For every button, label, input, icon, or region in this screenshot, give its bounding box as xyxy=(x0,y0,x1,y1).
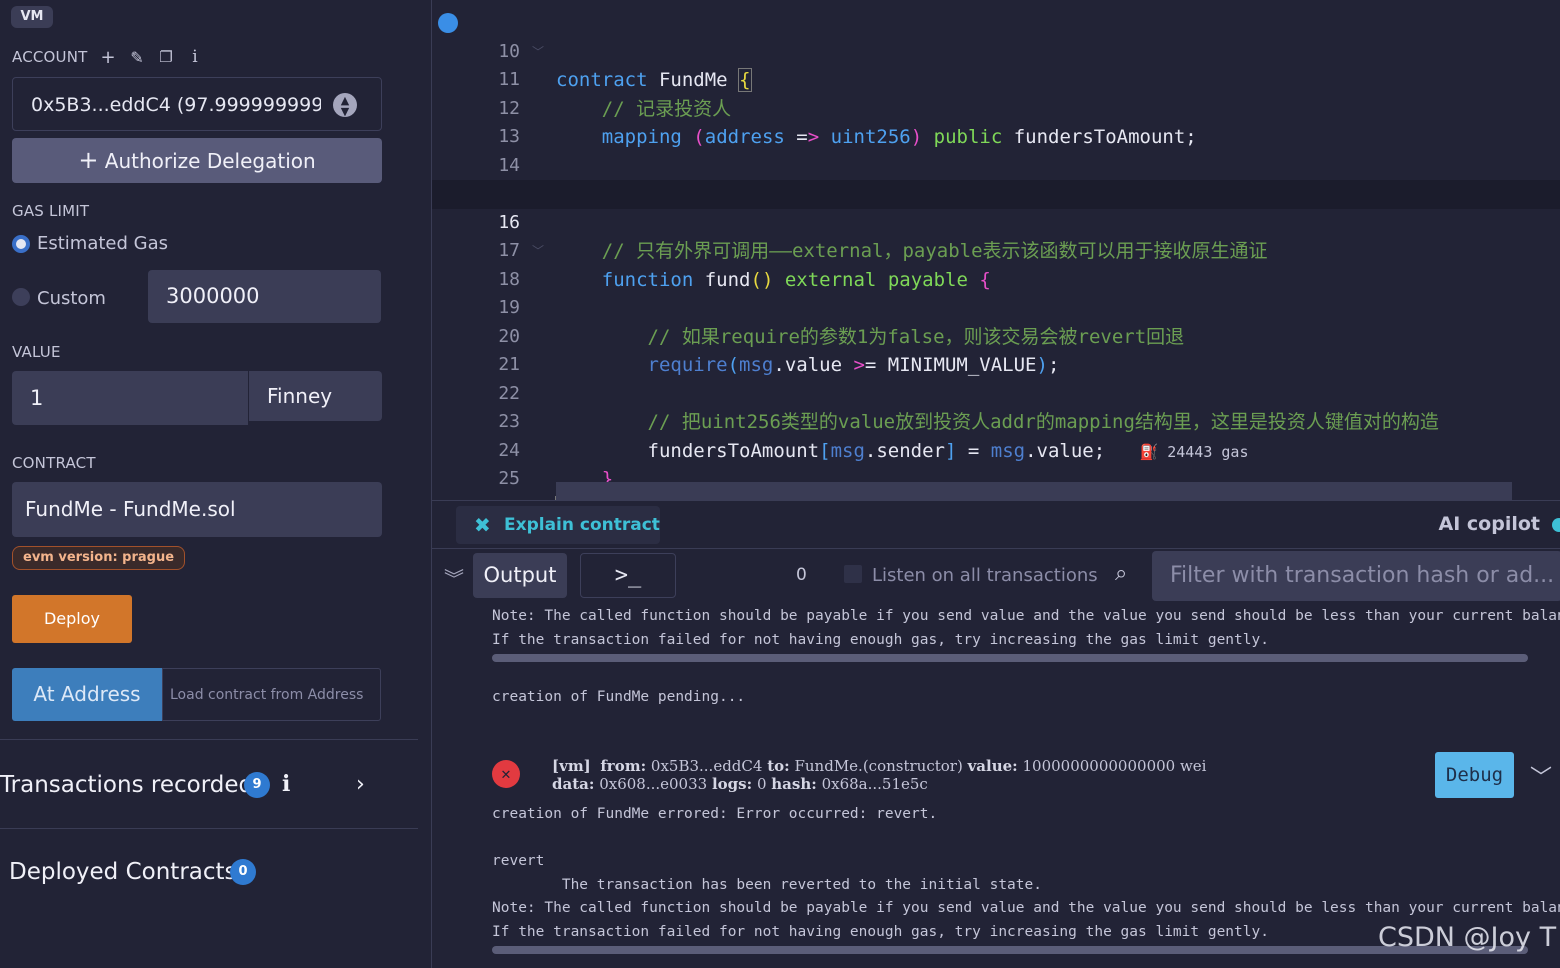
tab-output[interactable]: Output xyxy=(473,553,567,598)
editor-horizontal-scrollbar[interactable] xyxy=(556,482,1512,500)
at-address-button[interactable]: At Address xyxy=(12,668,162,721)
terminal-scrollbar[interactable] xyxy=(492,946,1528,954)
tx-detail-line[interactable]: data: 0x608...e0033 logs: 0 hash: 0x68a.… xyxy=(552,775,928,793)
code-line: 25 } xyxy=(432,437,1560,500)
terminal-note-line: Note: The called function should be paya… xyxy=(492,900,1560,916)
deploy-button[interactable]: Deploy xyxy=(12,595,132,643)
terminal-pending-line: creation of FundMe pending... xyxy=(492,689,746,705)
tab-terminal[interactable]: >_ xyxy=(580,553,676,598)
divider xyxy=(0,828,418,829)
code-line: 14 uint256 MINIMUM_VALUE = 1 * 10 ** 18;… xyxy=(498,154,1093,206)
watermark: CSDN @Joy T xyxy=(1378,922,1557,953)
ai-copilot-label: AI copilot xyxy=(1438,513,1540,535)
chevron-right-icon[interactable]: › xyxy=(356,772,365,797)
value-label: VALUE xyxy=(12,343,61,361)
tx-summary-line[interactable]: [vm] from: 0x5B3...eddC4 to: FundMe.(con… xyxy=(552,757,1206,775)
chevron-down-icon[interactable]: ﹀ xyxy=(1530,760,1552,792)
explain-contract-label: Explain contract xyxy=(504,515,660,535)
value-unit-select[interactable]: Finney xyxy=(248,371,382,421)
error-icon: ✕ xyxy=(492,760,520,788)
plus-icon[interactable]: + xyxy=(98,47,118,68)
code-line: 11 // 记录投资人 xyxy=(498,69,732,120)
gas-limit-input[interactable]: 3000000 xyxy=(148,270,381,323)
estimated-gas-radio[interactable] xyxy=(12,235,30,253)
transactions-recorded-label[interactable]: Transactions recorded xyxy=(0,772,253,798)
terminal-scrollbar[interactable] xyxy=(492,654,1528,662)
listen-label: Listen on all transactions xyxy=(872,565,1098,586)
plus-icon: + xyxy=(78,146,99,174)
code-line: 12 mapping (address => uint256) public f… xyxy=(498,97,1197,149)
code-line: 19 // 如果require的参数1为false，则该交易会被revert回退 xyxy=(498,297,1185,348)
copy-icon[interactable]: ❐ xyxy=(156,48,176,66)
code-editor[interactable]: 10 ﹀ contract FundMe { 11 // 记录投资人 12 map… xyxy=(432,0,1560,500)
account-label: ACCOUNT xyxy=(12,48,88,66)
code-line: 13 xyxy=(498,126,520,147)
environment-badge: VM xyxy=(11,6,53,28)
deployed-contracts-label: Deployed Contracts xyxy=(9,859,237,885)
authorize-delegation-label: Authorize Delegation xyxy=(104,149,316,173)
terminal-gas-line: If the transaction failed for not having… xyxy=(492,632,1269,648)
code-line: 22 // 把uint256类型的value放到投资人addr的mapping结… xyxy=(498,382,1439,434)
account-value: 0x5B3...eddC4 (97.9999999999999 xyxy=(31,94,321,116)
transactions-count-badge: 9 xyxy=(244,772,270,798)
explain-contract-button[interactable]: ✖ Explain contract xyxy=(456,506,660,544)
gas-limit-label: GAS LIMIT xyxy=(12,202,90,220)
info-icon[interactable]: i xyxy=(185,47,205,67)
search-icon[interactable]: ⌕ xyxy=(1115,561,1127,586)
estimated-gas-label: Estimated Gas xyxy=(37,233,169,254)
ai-bar: ✖ Explain contract AI copilot xyxy=(432,500,1560,548)
ai-copilot-toggle[interactable] xyxy=(1552,518,1560,532)
terminal-errored-line: creation of FundMe errored: Error occurr… xyxy=(492,806,938,822)
contract-select[interactable]: FundMe - FundMe.sol xyxy=(12,482,382,537)
code-line: 15 xyxy=(432,152,1560,204)
code-line: 23 fundersToAmount[msg.sender] = msg.val… xyxy=(498,411,1249,462)
evm-version-badge: evm version: prague xyxy=(12,546,186,570)
info-icon[interactable]: i xyxy=(282,771,290,797)
code-line: 20 require(msg.value >= MINIMUM_VALUE); xyxy=(498,325,1060,377)
collapse-chevrons-icon[interactable]: ︾ xyxy=(444,563,464,592)
divider xyxy=(0,739,418,740)
pending-transactions-count: 0 xyxy=(796,565,807,585)
terminal-gas-line: If the transaction failed for not having… xyxy=(492,924,1269,940)
code-line: 24 } xyxy=(498,439,614,491)
account-actions: + ✎ ❐ i xyxy=(98,46,205,68)
code-line: 18 xyxy=(498,268,520,290)
debug-button[interactable]: Debug xyxy=(1435,752,1514,798)
terminal-toolbar: ︾ Output >_ 0 Listen on all transactions… xyxy=(432,548,1560,604)
code-line-active: 16 // 只有外界可调用——external，payable表示该函数可以用于… xyxy=(432,180,1560,262)
terminal-note-line: Note: The called function should be paya… xyxy=(492,608,1560,624)
listen-checkbox[interactable] xyxy=(844,565,862,583)
edit-icon[interactable]: ✎ xyxy=(127,48,147,67)
contract-label: CONTRACT xyxy=(12,454,96,472)
code-line: 21 xyxy=(498,354,520,375)
code-line: 17 ﹀ function fund() external payable { xyxy=(432,209,1560,291)
custom-gas-label: Custom xyxy=(37,288,106,309)
at-address-input[interactable]: Load contract from Address xyxy=(162,668,381,721)
code-line: 10 ﹀ contract FundMe { xyxy=(432,9,1560,92)
deployed-count-badge: 0 xyxy=(230,859,256,885)
terminal-reverted-line: The transaction has been reverted to the… xyxy=(492,877,1042,893)
select-updown-icon: ▲ ▼ xyxy=(333,93,357,117)
filter-input[interactable]: Filter with transaction hash or ad... xyxy=(1152,551,1560,601)
account-select[interactable]: 0x5B3...eddC4 (97.9999999999999 ▲▼ xyxy=(12,77,382,131)
custom-gas-radio[interactable] xyxy=(12,288,30,306)
terminal-revert-line: revert xyxy=(492,853,545,869)
remix-ai-icon: ✖ xyxy=(474,513,491,537)
terminal-output: Note: The called function should be paya… xyxy=(432,604,1560,968)
authorize-delegation-button[interactable]: + Authorize Delegation xyxy=(12,138,382,183)
deploy-run-panel: VM ACCOUNT + ✎ ❐ i 0x5B3...eddC4 (97.999… xyxy=(0,0,432,968)
value-input[interactable]: 1 xyxy=(12,371,248,425)
